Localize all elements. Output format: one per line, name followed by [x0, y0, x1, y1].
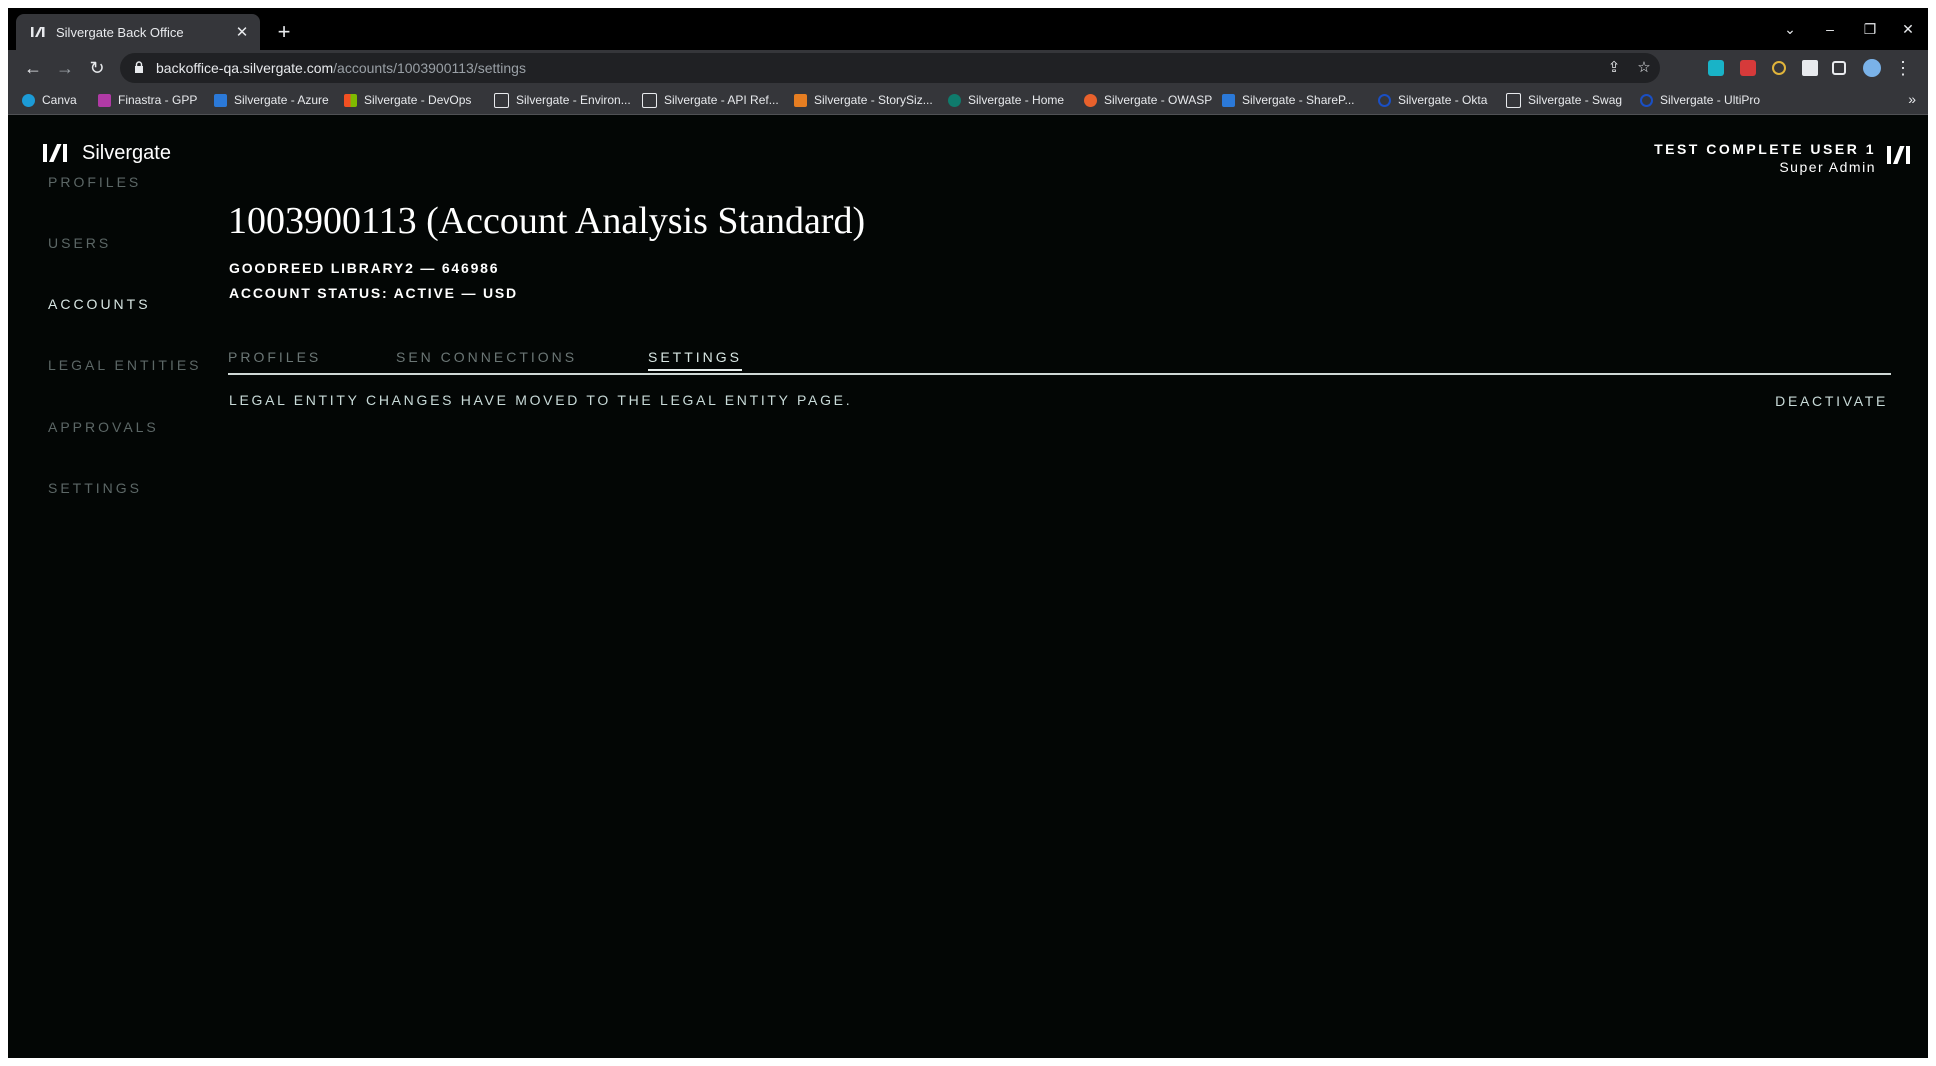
- bookmarks-overflow-icon[interactable]: »: [1908, 91, 1916, 107]
- puzzle-extensions-icon[interactable]: [1802, 60, 1818, 76]
- browser-toolbar: ← → ↻ backoffice-qa.silvergate.com/accou…: [8, 50, 1928, 86]
- extension-icon[interactable]: [1708, 60, 1724, 76]
- minimize-button[interactable]: –: [1810, 16, 1850, 42]
- user-menu[interactable]: TEST COMPLETE USER 1 Super Admin: [1654, 141, 1876, 175]
- sidebar-item-approvals[interactable]: APPROVALS: [48, 419, 159, 435]
- okta-icon: [1378, 93, 1391, 107]
- url-path: /accounts/1003900113/settings: [333, 60, 526, 76]
- tab-profiles[interactable]: PROFILES: [228, 349, 321, 365]
- share-icon[interactable]: ⇪: [1604, 58, 1624, 78]
- extension-badge-icon[interactable]: [1740, 60, 1756, 76]
- bookmark-item[interactable]: Silvergate - UltiPro: [1640, 92, 1760, 108]
- back-arrow-icon[interactable]: ←: [20, 55, 46, 81]
- extension-key-icon[interactable]: [1772, 61, 1786, 75]
- ultipro-icon: [1640, 93, 1653, 107]
- restore-button[interactable]: ❐: [1850, 16, 1890, 42]
- brand-name: Silvergate: [82, 141, 171, 164]
- devops-icon: [344, 93, 357, 107]
- sidebar-item-users[interactable]: USERS: [48, 235, 111, 251]
- account-status-line: ACCOUNT STATUS: ACTIVE — USD: [229, 285, 518, 301]
- browser-tab[interactable]: Silvergate Back Office ✕: [16, 14, 260, 50]
- brand-logo[interactable]: Silvergate: [42, 141, 171, 165]
- account-owner-line: GOODREED LIBRARY2 — 646986: [229, 260, 500, 276]
- bookmark-item[interactable]: Silvergate - Okta: [1378, 92, 1487, 108]
- url-host: backoffice-qa.silvergate.com: [156, 60, 334, 76]
- user-role: Super Admin: [1779, 159, 1876, 175]
- close-window-button[interactable]: ✕: [1888, 16, 1928, 42]
- finastra-icon: [98, 93, 111, 107]
- tab-strip: Silvergate Back Office ✕ + ⌄ – ❐ ✕: [8, 8, 1928, 50]
- sidebar-item-accounts[interactable]: ACCOUNTS: [48, 296, 151, 312]
- canva-icon: [22, 93, 35, 107]
- silvergate-logo-icon: [43, 144, 67, 162]
- new-tab-button[interactable]: +: [270, 18, 298, 46]
- page-title: 1003900113 (Account Analysis Standard): [228, 200, 866, 242]
- azure-icon: [214, 93, 227, 107]
- tab-search-chevron-icon[interactable]: ⌄: [1770, 16, 1810, 42]
- sharepoint-home-icon: [948, 93, 961, 107]
- url-text[interactable]: backoffice-qa.silvergate.com/accounts/10…: [156, 60, 526, 76]
- lock-icon: [135, 61, 143, 73]
- sidebar-item-profiles[interactable]: PROFILES: [48, 174, 141, 190]
- silvergate-favicon-icon: [30, 25, 46, 39]
- bookmark-item[interactable]: Silvergate - Swag: [1506, 92, 1622, 108]
- app-page: Silvergate PROFILES USERS ACCOUNTS LEGAL…: [8, 115, 1928, 1066]
- tab-settings[interactable]: SETTINGS: [648, 349, 743, 371]
- silvergate-logo-icon: [1887, 146, 1910, 164]
- bookmark-item[interactable]: Silvergate - ShareP...: [1222, 92, 1355, 108]
- bookmark-star-icon[interactable]: ☆: [1634, 58, 1654, 78]
- sidebar-item-settings[interactable]: SETTINGS: [48, 480, 142, 496]
- sharepoint-icon: [1222, 93, 1235, 107]
- forward-arrow-icon[interactable]: →: [52, 55, 78, 81]
- browser-menu-icon[interactable]: ⋮: [1890, 55, 1916, 81]
- sidebar-item-legal-entities[interactable]: LEGAL ENTITIES: [48, 357, 202, 373]
- bookmark-item[interactable]: Canva: [22, 92, 77, 108]
- profile-avatar[interactable]: [1863, 59, 1881, 77]
- reload-icon[interactable]: ↻: [84, 55, 110, 81]
- tab-sen-connections[interactable]: SEN CONNECTIONS: [396, 349, 577, 365]
- bookmark-item[interactable]: Silvergate - Azure: [214, 92, 329, 108]
- bookmarks-bar: Canva Finastra - GPP Silvergate - Azure …: [8, 86, 1928, 115]
- silvergate-logo-icon: [642, 92, 657, 108]
- bookmark-item[interactable]: Silvergate - Home: [948, 92, 1064, 108]
- bookmark-item[interactable]: Silvergate - API Ref...: [642, 92, 779, 108]
- bookmark-item[interactable]: Silvergate - Environ...: [494, 92, 631, 108]
- bookmark-item[interactable]: Finastra - GPP: [98, 92, 197, 108]
- account-tabs: PROFILES SEN CONNECTIONS SETTINGS: [228, 343, 1891, 375]
- bookmark-item[interactable]: Silvergate - OWASP: [1084, 92, 1212, 108]
- browser-window: Silvergate Back Office ✕ + ⌄ – ❐ ✕ ← → ↻…: [8, 8, 1928, 1066]
- address-bar[interactable]: backoffice-qa.silvergate.com/accounts/10…: [120, 53, 1660, 83]
- storysize-icon: [794, 93, 807, 107]
- user-name: TEST COMPLETE USER 1: [1654, 141, 1876, 157]
- side-panel-icon[interactable]: [1832, 61, 1846, 75]
- legal-entity-notice: LEGAL ENTITY CHANGES HAVE MOVED TO THE L…: [229, 392, 853, 408]
- silvergate-logo-icon: [494, 92, 509, 108]
- tab-title: Silvergate Back Office: [56, 24, 184, 40]
- tab-close-icon[interactable]: ✕: [230, 23, 254, 41]
- owasp-icon: [1084, 93, 1097, 107]
- bookmark-item[interactable]: Silvergate - DevOps: [344, 92, 471, 108]
- bookmark-item[interactable]: Silvergate - StorySiz...: [794, 92, 933, 108]
- deactivate-button[interactable]: DEACTIVATE: [1775, 393, 1888, 409]
- taskbar-strip: [0, 1058, 1936, 1066]
- swagger-icon: [1506, 92, 1521, 108]
